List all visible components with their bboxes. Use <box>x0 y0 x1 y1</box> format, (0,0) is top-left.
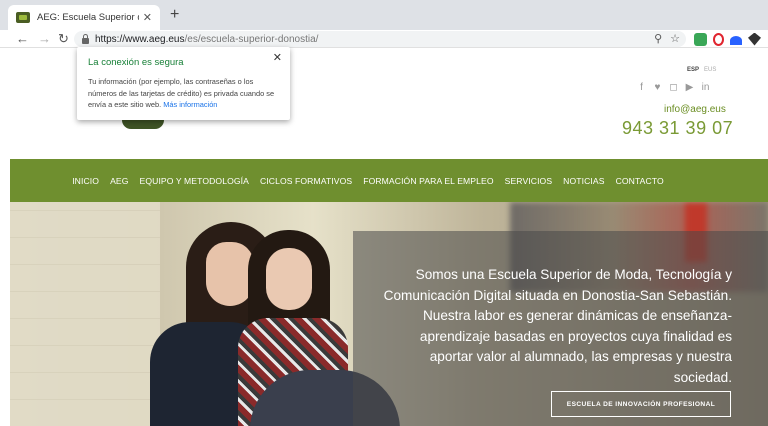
more-info-link[interactable]: Más información <box>163 100 217 109</box>
hero-photo-student-2-face <box>266 248 312 310</box>
tab-title: AEG: Escuela Superior de Moda, <box>37 12 139 23</box>
zoom-icon[interactable]: ⚲ <box>654 31 662 47</box>
nav-item-contacto[interactable]: CONTACTO <box>616 176 664 186</box>
new-tab-button[interactable]: + <box>170 7 179 23</box>
bookmark-star-icon[interactable]: ☆ <box>670 31 680 47</box>
extension-blue-icon[interactable] <box>730 36 742 45</box>
address-bar[interactable]: https://www.aeg.eus/es/escuela-superior-… <box>74 31 686 47</box>
popup-title: La conexión es segura <box>88 57 184 68</box>
security-popup: La conexión es segura Tu información (po… <box>77 47 290 120</box>
tab-close-icon[interactable]: ✕ <box>143 11 152 24</box>
lang-esp[interactable]: ESP <box>687 67 699 73</box>
popup-close-icon[interactable]: ✕ <box>273 51 282 64</box>
extension-green-icon[interactable] <box>694 32 707 46</box>
extension-dark-icon[interactable] <box>748 32 761 46</box>
tab-bar: AEG: Escuela Superior de Moda, ✕ + <box>0 0 768 30</box>
instagram-icon[interactable]: ◻ <box>669 82 678 94</box>
hero-text: Somos una Escuela Superior de Moda, Tecn… <box>383 267 732 385</box>
lock-icon[interactable] <box>82 33 89 44</box>
hero-overlay: Somos una Escuela Superior de Moda, Tecn… <box>353 231 768 426</box>
forward-arrow-icon[interactable]: → <box>38 31 51 47</box>
browser-toolbar: ← → ↻ https://www.aeg.eus/es/escuela-sup… <box>0 30 768 48</box>
popup-body: Tu información (por ejemplo, las contras… <box>88 76 280 111</box>
lang-eus[interactable]: EUS <box>704 67 716 73</box>
browser-tab[interactable]: AEG: Escuela Superior de Moda, ✕ <box>8 5 160 30</box>
contact-email[interactable]: info@aeg.eus <box>664 104 726 115</box>
nav-item-ciclos[interactable]: CICLOS FORMATIVOS <box>260 176 352 186</box>
nav-item-formacion[interactable]: FORMACIÓN PARA EL EMPLEO <box>363 176 493 186</box>
twitter-icon[interactable]: ♥ <box>653 82 662 94</box>
hero-banner: Somos una Escuela Superior de Moda, Tecn… <box>10 202 768 426</box>
contact-phone[interactable]: 943 31 39 07 <box>622 118 733 139</box>
reload-icon[interactable]: ↻ <box>58 31 69 47</box>
social-links: f ♥ ◻ ▶ in <box>637 82 710 94</box>
opera-extension-icon[interactable] <box>713 32 724 46</box>
linkedin-icon[interactable]: in <box>701 82 710 94</box>
url-host: https://www.aeg.eus <box>95 33 185 45</box>
site-logo[interactable] <box>122 120 164 129</box>
nav-item-servicios[interactable]: SERVICIOS <box>505 176 553 186</box>
nav-item-aeg[interactable]: AEG <box>110 176 128 186</box>
language-switcher: ESP EUS <box>687 67 716 73</box>
innovation-school-button[interactable]: ESCUELA DE INNOVACIÓN PROFESIONAL <box>551 391 731 417</box>
hero-photo-wall <box>10 202 160 426</box>
main-navigation: INICIO AEG EQUIPO Y METODOLOGÍA CICLOS F… <box>10 159 768 202</box>
extensions-area <box>694 31 761 47</box>
back-arrow-icon[interactable]: ← <box>16 31 29 47</box>
url-actions: ⚲ ☆ <box>654 31 680 47</box>
youtube-icon[interactable]: ▶ <box>685 82 694 94</box>
browser-window: AEG: Escuela Superior de Moda, ✕ + ← → ↻… <box>0 0 768 426</box>
nav-item-inicio[interactable]: INICIO <box>72 176 99 186</box>
url-path: /es/escuela-superior-donostia/ <box>184 33 319 45</box>
facebook-icon[interactable]: f <box>637 82 646 94</box>
site-favicon-icon <box>16 12 30 23</box>
hero-photo-student-1-face <box>206 242 254 306</box>
nav-item-equipo[interactable]: EQUIPO Y METODOLOGÍA <box>140 176 249 186</box>
nav-item-noticias[interactable]: NOTICIAS <box>563 176 604 186</box>
url-text: https://www.aeg.eus/es/escuela-superior-… <box>95 34 318 45</box>
